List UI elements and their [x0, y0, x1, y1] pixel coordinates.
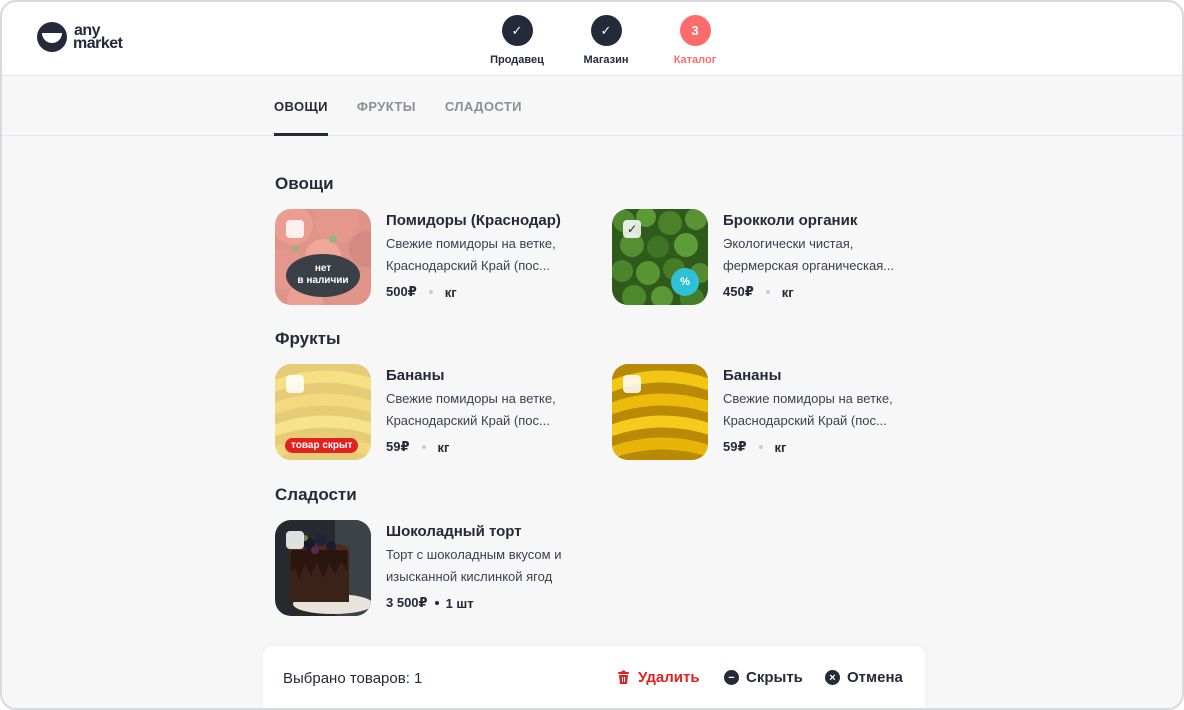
product-unit: кг: [444, 284, 457, 300]
product-name: Бананы: [723, 367, 782, 384]
product-name: Шоколадный торт: [386, 523, 522, 540]
product-name: Помидоры (Краснодар): [386, 212, 561, 229]
selected-count: Выбрано товаров: 1: [283, 670, 423, 687]
step-store[interactable]: ✓ Магазин: [561, 15, 651, 66]
separator-dot: [428, 290, 433, 294]
product-price: 450₽: [723, 284, 754, 299]
selection-action-bar: Выбрано товаров: 1 Удалить − Скрыть × От…: [263, 646, 925, 708]
step-label: Каталог: [673, 54, 717, 66]
product-card[interactable]: Бананы Свежие помидоры на ветке, Краснод…: [612, 364, 932, 460]
product-image: товар скрыт: [275, 364, 371, 460]
delete-button[interactable]: Удалить: [616, 669, 700, 686]
product-checkbox[interactable]: [623, 375, 641, 393]
category-tabs: ОВОЩИ ФРУКТЫ СЛАДОСТИ: [274, 76, 551, 136]
discount-icon: %: [674, 271, 696, 293]
minus-circle-icon: −: [724, 670, 739, 685]
product-card[interactable]: нет в наличии Помидоры (Краснодар) Свежи…: [275, 209, 595, 305]
logo-icon: [37, 22, 67, 52]
product-description: Экологически чистая, фермерская органиче…: [723, 236, 895, 273]
section-title-vegetables: Овощи: [275, 174, 334, 193]
product-meta: 3 500₽ 1 шт: [386, 595, 596, 611]
stepper: ✓ Продавец ✓ Магазин 3 Каталог: [472, 15, 739, 66]
out-of-stock-badge: нет в наличии: [286, 254, 360, 297]
product-card[interactable]: ✓ % Брокколи органик Экологически чистая…: [612, 209, 932, 305]
separator-dot: [765, 290, 770, 294]
product-checkbox[interactable]: [286, 220, 304, 238]
cancel-label: Отмена: [847, 669, 903, 686]
product-meta: 59₽ кг: [386, 439, 596, 455]
product-price: 59₽: [723, 439, 747, 454]
separator-dot: [421, 445, 426, 449]
header: any market ✓ Продавец ✓ Магазин 3 Катало…: [2, 2, 1182, 76]
trash-icon: [616, 670, 631, 685]
close-circle-icon: ×: [825, 670, 840, 685]
product-unit: кг: [437, 439, 450, 455]
app-window: any market ✓ Продавец ✓ Магазин 3 Катало…: [0, 0, 1184, 710]
product-meta: 450₽ кг: [723, 284, 933, 300]
product-name: Брокколи органик: [723, 212, 858, 229]
product-description: Торт с шоколадным вкусом и изысканной ки…: [386, 547, 562, 584]
logo[interactable]: any market: [37, 22, 123, 52]
check-icon: ✓: [501, 15, 533, 46]
hide-label: Скрыть: [746, 669, 803, 686]
hide-button[interactable]: − Скрыть: [724, 669, 803, 686]
product-meta: 59₽ кг: [723, 439, 933, 455]
check-icon: ✓: [590, 15, 622, 46]
product-image: [612, 364, 708, 460]
product-price: 500₽: [386, 284, 417, 299]
separator-dot: [434, 601, 439, 605]
product-meta: 500₽ кг: [386, 284, 596, 300]
product-checkbox[interactable]: [286, 375, 304, 393]
product-description: Свежие помидоры на ветке, Краснодарский …: [723, 391, 893, 428]
logo-text-line2: market: [73, 35, 123, 52]
product-image: нет в наличии: [275, 209, 371, 305]
tabs-divider: [2, 135, 1182, 136]
step-catalog[interactable]: 3 Каталог: [650, 15, 740, 66]
section-title-fruits: Фрукты: [275, 329, 341, 348]
product-checkbox[interactable]: ✓: [623, 220, 641, 238]
tab-sweets[interactable]: СЛАДОСТИ: [445, 76, 522, 136]
product-description: Свежие помидоры на ветке, Краснодарский …: [386, 236, 556, 273]
section-title-sweets: Сладости: [275, 485, 357, 504]
separator-dot: [758, 445, 763, 449]
product-description: Свежие помидоры на ветке, Краснодарский …: [386, 391, 556, 428]
hidden-badge: товар скрыт: [285, 438, 359, 453]
step-seller[interactable]: ✓ Продавец: [472, 15, 562, 66]
step-label: Продавец: [490, 54, 544, 66]
cancel-button[interactable]: × Отмена: [825, 669, 903, 686]
product-price: 59₽: [386, 439, 410, 454]
product-image: [275, 520, 371, 616]
step-number: 3: [679, 15, 711, 46]
product-checkbox[interactable]: [286, 531, 304, 549]
product-card[interactable]: товар скрыт Бананы Свежие помидоры на ве…: [275, 364, 595, 460]
delete-label: Удалить: [638, 669, 700, 686]
product-unit: 1 шт: [445, 595, 474, 611]
product-unit: кг: [774, 439, 787, 455]
product-image: ✓ %: [612, 209, 708, 305]
product-unit: кг: [781, 284, 794, 300]
step-label: Магазин: [583, 54, 629, 66]
product-name: Бананы: [386, 367, 445, 384]
product-card[interactable]: Шоколадный торт Торт с шоколадным вкусом…: [275, 520, 595, 616]
tab-fruits[interactable]: ФРУКТЫ: [357, 76, 416, 136]
product-price: 3 500₽: [386, 595, 428, 610]
tab-vegetables[interactable]: ОВОЩИ: [274, 76, 328, 136]
